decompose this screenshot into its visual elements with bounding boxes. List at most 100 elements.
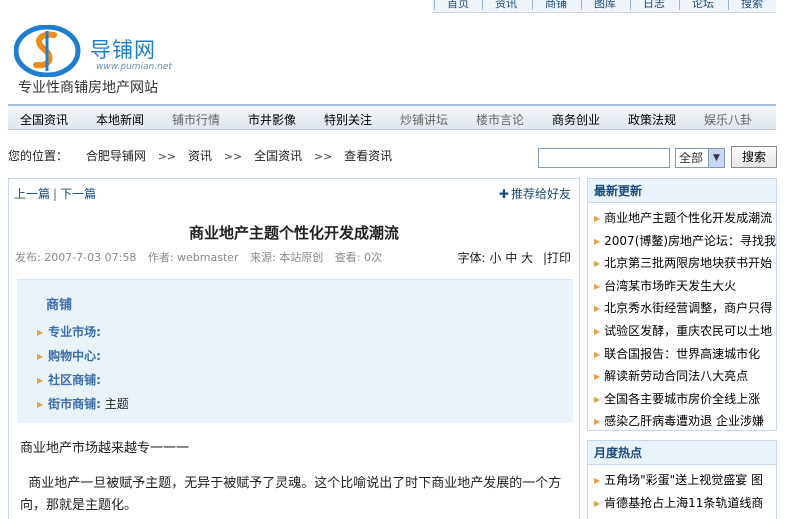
latest-updates-list: ▶ 商业地产主题个性化开发成潮流 ▶ 2007(博鳌)房地产论坛：寻找我 ▶ 北京第三… xyxy=(588,203,776,433)
triangle-bullet-icon: ▶ xyxy=(594,281,601,291)
category-label[interactable]: 购物中心: xyxy=(48,349,101,363)
article-panel: 上一篇 | 下一篇 ✚ 推荐给好友 商业地产主题个性化开发成潮流 发布: 2007-7… xyxy=(8,178,580,519)
triangle-bullet-icon: ▶ xyxy=(594,372,601,382)
triangle-bullet-icon: ▶ xyxy=(594,476,601,485)
nav-item-local-news[interactable]: 本地新闻 xyxy=(96,111,144,128)
logo-name: 导铺网 xyxy=(90,38,156,62)
site-logo[interactable]: 导铺网 www.pumian.net 专业性商铺房地产网站 xyxy=(12,22,172,97)
search-scope-value: 全部 xyxy=(679,151,704,165)
list-item[interactable]: ▶ 北京秀水街经营调整，商户只得 xyxy=(594,297,776,320)
nav-item-street-images[interactable]: 市井影像 xyxy=(248,111,296,128)
triangle-bullet-icon: ▶ xyxy=(37,376,44,385)
breadcrumb-separator: >> xyxy=(223,150,243,163)
list-item[interactable]: ▶ 北京第三批两限房地块获书开始 xyxy=(594,252,776,275)
nav-item-national-news[interactable]: 全国资讯 xyxy=(20,111,68,128)
article-title: 商业地产主题个性化开发成潮流 xyxy=(188,224,399,242)
list-item[interactable]: ▶ 肯德基抢占上海11条轨道线商 xyxy=(594,492,776,515)
category-row: ▶ 购物中心: xyxy=(37,347,101,364)
category-label[interactable]: 街市商铺: xyxy=(48,397,101,411)
triangle-bullet-icon: ▶ xyxy=(594,304,601,314)
logo-slogan: 专业性商铺房地产网站 xyxy=(18,80,158,96)
recommend-button[interactable]: ✚ 推荐给好友 xyxy=(499,185,571,202)
latest-updates-box: 最新更新 ▶ 商业地产主题个性化开发成潮流 ▶ 2007(博鳌)房地产论坛：寻找我 … xyxy=(587,178,777,431)
search-scope-select[interactable]: 全部 ▼ xyxy=(675,148,725,168)
breadcrumb-separator: >> xyxy=(313,150,333,163)
nav-item-entertainment[interactable]: 娱乐八卦 xyxy=(704,111,752,128)
nav-item-shop-lecture[interactable]: 炒铺讲坛 xyxy=(400,111,448,128)
next-article-link[interactable]: 下一篇 xyxy=(60,187,96,201)
prev-next-links: 上一篇 | 下一篇 xyxy=(14,187,97,201)
triangle-bullet-icon: ▶ xyxy=(594,214,601,223)
triangle-bullet-icon: ▶ xyxy=(594,498,601,508)
category-value: 主题 xyxy=(104,397,129,411)
list-item[interactable]: ▶ 台湾某市场昨天发生大火 xyxy=(594,275,776,298)
nav-item-shop-market[interactable]: 铺市行情 xyxy=(172,111,220,128)
triangle-bullet-icon: ▶ xyxy=(594,259,601,269)
triangle-bullet-icon: ▶ xyxy=(37,400,44,409)
triangle-bullet-icon: ▶ xyxy=(594,417,601,427)
top-link-gallery[interactable]: 图库 xyxy=(581,0,616,10)
breadcrumb-item-national[interactable]: 全国资讯 xyxy=(254,149,302,163)
triangle-bullet-icon: ▶ xyxy=(37,328,44,337)
category-row: ▶ 街市商铺: 主题 xyxy=(37,395,129,412)
top-link-home[interactable]: 首页 xyxy=(434,0,469,10)
main-nav: 全国资讯 本地新闻 铺市行情 市井影像 特别关注 炒铺讲坛 楼市言论 商务创业 … xyxy=(8,104,776,130)
triangle-bullet-icon: ▶ xyxy=(594,349,601,359)
top-link-shops[interactable]: 商铺 xyxy=(532,0,567,10)
list-item[interactable]: ▶ 五角场"彩蛋"送上视觉盛宴 图 xyxy=(594,469,776,492)
font-size-small[interactable]: 小 xyxy=(489,251,501,265)
font-size-large[interactable]: 大 xyxy=(521,251,533,265)
list-item[interactable]: ▶ 解读新劳动合同法八大亮点 xyxy=(594,365,776,388)
category-label[interactable]: 社区商铺: xyxy=(48,373,101,387)
triangle-bullet-icon: ▶ xyxy=(37,352,44,361)
logo-mark-icon xyxy=(14,25,81,77)
nav-item-special-focus[interactable]: 特别关注 xyxy=(324,111,372,128)
breadcrumb-label: 您的位置： xyxy=(8,149,69,163)
article-paragraph: 商业地产市场越来越专一一一 xyxy=(20,441,190,456)
plus-icon: ✚ xyxy=(498,187,509,201)
triangle-bullet-icon: ▶ xyxy=(594,236,601,246)
list-item[interactable]: ▶ 商业地产主题个性化开发成潮流 xyxy=(594,207,776,230)
list-item[interactable]: ▶ 联合国报告：世界高速城市化 xyxy=(594,343,776,366)
meta-publish: 发布: 2007-7-03 07:58 xyxy=(15,251,137,264)
list-item[interactable]: ▶ 感染乙肝病毒遭劝退 企业涉嫌 xyxy=(594,410,776,433)
breadcrumb-item-site[interactable]: 合肥导铺网 xyxy=(86,149,146,163)
monthly-hot-box: 月度热点 ▶ 五角场"彩蛋"送上视觉盛宴 图 ▶ 肯德基抢占上海11条轨道线商 xyxy=(587,440,777,519)
top-link-news[interactable]: 资讯 xyxy=(482,0,517,10)
top-link-blog[interactable]: 日志 xyxy=(630,0,665,10)
nav-item-property-opinion[interactable]: 楼市言论 xyxy=(476,111,524,128)
triangle-bullet-icon: ▶ xyxy=(594,326,601,336)
latest-updates-heading: 最新更新 xyxy=(588,179,776,203)
meta-source: 来源: 本站原创 xyxy=(250,251,324,264)
monthly-hot-list: ▶ 五角场"彩蛋"送上视觉盛宴 图 ▶ 肯德基抢占上海11条轨道线商 xyxy=(588,465,776,514)
list-item[interactable]: ▶ 2007(博鳌)房地产论坛：寻找我 xyxy=(594,230,776,253)
breadcrumb-item-news[interactable]: 资讯 xyxy=(188,149,212,163)
top-link-search[interactable]: 搜索 xyxy=(728,0,763,10)
breadcrumb: 您的位置： 合肥导铺网 >> 资讯 >> 全国资讯 >> 查看资讯 xyxy=(8,147,398,164)
category-row: ▶ 专业市场: xyxy=(37,323,101,340)
search-input[interactable] xyxy=(538,148,670,168)
meta-views: 查看: 0次 xyxy=(334,251,382,264)
triangle-bullet-icon: ▶ xyxy=(594,394,601,404)
recommend-label: 推荐给好友 xyxy=(510,187,571,201)
breadcrumb-item-current: 查看资讯 xyxy=(344,149,393,163)
category-heading: 商铺 xyxy=(46,298,73,313)
prev-article-link[interactable]: 上一篇 xyxy=(14,187,50,201)
category-row: ▶ 社区商铺: xyxy=(37,371,101,388)
chevron-down-icon[interactable]: ▼ xyxy=(708,149,724,167)
list-item[interactable]: ▶ 全国各主要城市房价全线上涨 xyxy=(594,388,776,411)
top-link-forum[interactable]: 论坛 xyxy=(679,0,714,10)
nav-item-policy[interactable]: 政策法规 xyxy=(628,111,676,128)
article-paragraph: 商业地产一旦被赋予主题，无异于被赋予了灵魂。这个比喻说出了时下商业地产发展的一个… xyxy=(20,476,562,513)
print-link[interactable]: 打印 xyxy=(547,251,571,265)
search-button[interactable]: 搜索 xyxy=(731,146,777,168)
logo-url: www.pumian.net xyxy=(96,62,172,72)
category-label[interactable]: 专业市场: xyxy=(48,325,101,339)
meta-author: 作者: webmaster xyxy=(147,251,239,264)
nav-item-business[interactable]: 商务创业 xyxy=(552,111,600,128)
list-item[interactable]: ▶ 试验区发酵，重庆农民可以土地 xyxy=(594,320,776,343)
monthly-hot-heading: 月度热点 xyxy=(588,441,776,465)
font-size-medium[interactable]: 中 xyxy=(505,251,517,265)
font-size-controls: 字体: 小 中 大 |打印 xyxy=(457,251,571,265)
font-size-label: 字体: xyxy=(457,251,486,265)
